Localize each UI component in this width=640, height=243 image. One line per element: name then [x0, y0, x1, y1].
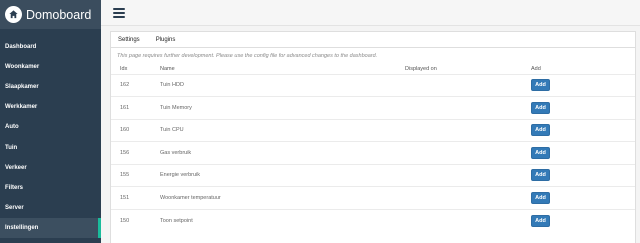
sidebar-item-werkkamer[interactable]: Werkkamer	[0, 97, 101, 117]
cell-displayed-on	[405, 141, 531, 164]
column-header-displayed-on: Displayed on	[405, 65, 437, 72]
sidebar-item-server[interactable]: Server	[0, 198, 101, 218]
cell-idx: 151	[111, 186, 160, 209]
cell-displayed-on	[405, 208, 531, 232]
sidebar-item-filters[interactable]: Filters	[0, 178, 101, 198]
cell-add: Add	[531, 141, 635, 164]
cell-add: Add	[531, 96, 635, 119]
cell-add: Add	[531, 118, 635, 142]
brand[interactable]: Domoboard	[0, 0, 101, 29]
cell-add: Add	[531, 163, 635, 187]
sidebar-item-slaapkamer[interactable]: Slaapkamer	[0, 77, 101, 97]
brand-name: Domoboard	[26, 7, 92, 22]
sidebar-item-instellingen[interactable]: Instellingen	[0, 217, 101, 239]
table-row: 156 Gas verbruik Add	[111, 141, 635, 164]
tab-settings[interactable]: Settings	[118, 37, 140, 43]
cell-idx: 160	[111, 118, 160, 142]
device-table: Idx Name Displayed on Add 162 Tuin HDD Add…	[111, 64, 635, 232]
cell-add: Add	[531, 73, 635, 97]
sidebar-item-verkeer[interactable]: Verkeer	[0, 158, 101, 178]
table-header: Idx Name Displayed on Add	[111, 64, 635, 74]
add-button[interactable]: Add	[531, 101, 550, 114]
add-button[interactable]: Add	[531, 146, 550, 159]
sidebar-item-tuin[interactable]: Tuin	[0, 137, 101, 157]
cell-name: Woonkamer temperatuur	[160, 186, 405, 209]
cell-idx: 150	[111, 208, 160, 232]
table-row: 151 Woonkamer temperatuur Add	[111, 186, 635, 209]
cell-displayed-on	[405, 118, 531, 142]
column-header-add: Add	[531, 65, 541, 72]
hamburger-icon[interactable]	[113, 8, 125, 18]
sidebar-nav: Dashboard Woonkamer Slaapkamer Werkkamer Aut…	[0, 37, 101, 239]
cell-idx: 156	[111, 141, 160, 164]
table-row: 150 Toon setpoint Add	[111, 208, 635, 232]
add-button[interactable]: Add	[531, 191, 550, 204]
topbar	[101, 0, 640, 26]
cell-add: Add	[531, 186, 635, 209]
cell-name: Tuin HDD	[160, 73, 405, 97]
cell-displayed-on	[405, 186, 531, 209]
add-button[interactable]: Add	[531, 79, 550, 92]
add-button[interactable]: Add	[531, 214, 550, 227]
cell-idx: 155	[111, 163, 160, 187]
cell-name: Tuin Memory	[160, 96, 405, 119]
column-header-name: Name	[160, 65, 175, 72]
table-row: 160 Tuin CPU Add	[111, 118, 635, 142]
sidebar-item-dashboard[interactable]: Dashboard	[0, 37, 101, 57]
add-button[interactable]: Add	[531, 124, 550, 137]
cell-name: Gas verbruik	[160, 141, 405, 164]
cell-add: Add	[531, 208, 635, 232]
cell-displayed-on	[405, 163, 531, 187]
sidebar: Domoboard Dashboard Woonkamer Slaapkamer We…	[0, 0, 101, 243]
cell-name: Toon setpoint	[160, 208, 405, 232]
cell-displayed-on	[405, 96, 531, 119]
sidebar-item-woonkamer[interactable]: Woonkamer	[0, 57, 101, 77]
tab-plugins[interactable]: Plugins	[156, 37, 176, 43]
panel-tabs: Settings Plugins	[111, 32, 635, 48]
dev-notice: This page requires further development. …	[117, 53, 378, 59]
table-row: 155 Energie verbruik Add	[111, 163, 635, 187]
cell-name: Energie verbruik	[160, 163, 405, 187]
home-icon	[5, 6, 22, 23]
column-header-idx: Idx	[120, 65, 128, 72]
cell-idx: 162	[111, 73, 160, 97]
sidebar-item-auto[interactable]: Auto	[0, 117, 101, 137]
table-row: 161 Tuin Memory Add	[111, 96, 635, 119]
add-button[interactable]: Add	[531, 169, 550, 182]
cell-displayed-on	[405, 73, 531, 97]
cell-name: Tuin CPU	[160, 118, 405, 142]
settings-panel: Settings Plugins This page requires furt…	[110, 31, 636, 243]
cell-idx: 161	[111, 96, 160, 119]
table-row: 162 Tuin HDD Add	[111, 73, 635, 97]
